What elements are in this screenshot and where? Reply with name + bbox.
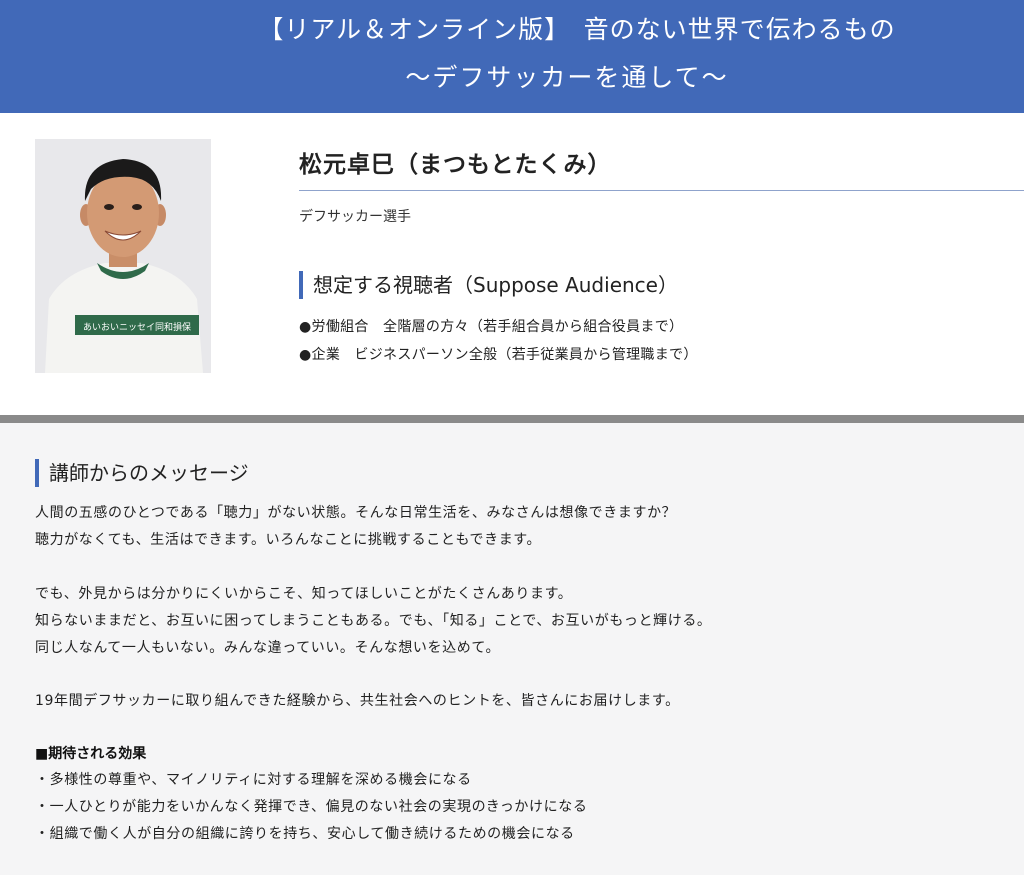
name-divider — [299, 190, 1024, 191]
effects-item: ・多様性の尊重や、マイノリティに対する理解を深める機会になる — [35, 772, 472, 788]
speaker-name: 松元卓巳（まつもとたくみ） — [299, 152, 612, 178]
effects-item: ・組織で働く人が自分の組織に誇りを持ち、安心して働き続けるための機会になる — [35, 826, 575, 842]
effects-heading: ■期待される効果 — [35, 746, 147, 762]
effects-item: ・一人ひとりが能力をいかんなく発揮でき、偏見のない社会の実現のきっかけになる — [35, 799, 588, 815]
message-line: 19年間デフサッカーに取り組んできた経験から、共生社会へのヒントを、皆さんにお届… — [35, 693, 680, 709]
speaker-photo: あいおいニッセイ同和損保 — [35, 139, 211, 373]
header-subtitle: ～デフサッカーを通して～ — [405, 63, 729, 92]
message-line: 知らないままだと、お互いに困ってしまうこともある。でも、「知る」ことで、お互いが… — [35, 613, 712, 629]
speaker-profile: あいおいニッセイ同和損保 松元卓巳（まつもとたくみ） デフサッカー選手 想定する… — [0, 113, 1024, 415]
message-line: 聴力がなくても、生活はできます。いろんなことに挑戦することもできます。 — [35, 532, 542, 548]
section-divider — [0, 415, 1024, 423]
audience-heading: 想定する視聴者（Suppose Audience） — [299, 271, 678, 299]
message-line: でも、外見からは分かりにくいからこそ、知ってほしいことがたくさんあります。 — [35, 586, 573, 602]
message-line: 人間の五感のひとつである「聴力」がない状態。そんな日常生活を、みなさんは想像でき… — [35, 505, 677, 521]
message-section: 講師からのメッセージ 人間の五感のひとつである「聴力」がない状態。そんな日常生活… — [0, 423, 1024, 875]
message-line: 同じ人なんて一人もいない。みんな違っていい。そんな想いを込めて。 — [35, 640, 501, 656]
shirt-text: あいおいニッセイ同和損保 — [83, 321, 191, 333]
header-title: 【リアル＆オンライン版】 音のない世界で伝わるもの — [258, 15, 896, 44]
audience-item: ●労働組合 全階層の方々（若手組合員から組合役員まで） — [299, 319, 684, 335]
audience-item: ●企業 ビジネスパーソン全般（若手従業員から管理職まで） — [299, 347, 698, 363]
message-heading: 講師からのメッセージ — [35, 459, 249, 487]
speaker-role: デフサッカー選手 — [299, 209, 411, 225]
page-header: 【リアル＆オンライン版】 音のない世界で伝わるもの ～デフサッカーを通して～ — [0, 0, 1024, 113]
